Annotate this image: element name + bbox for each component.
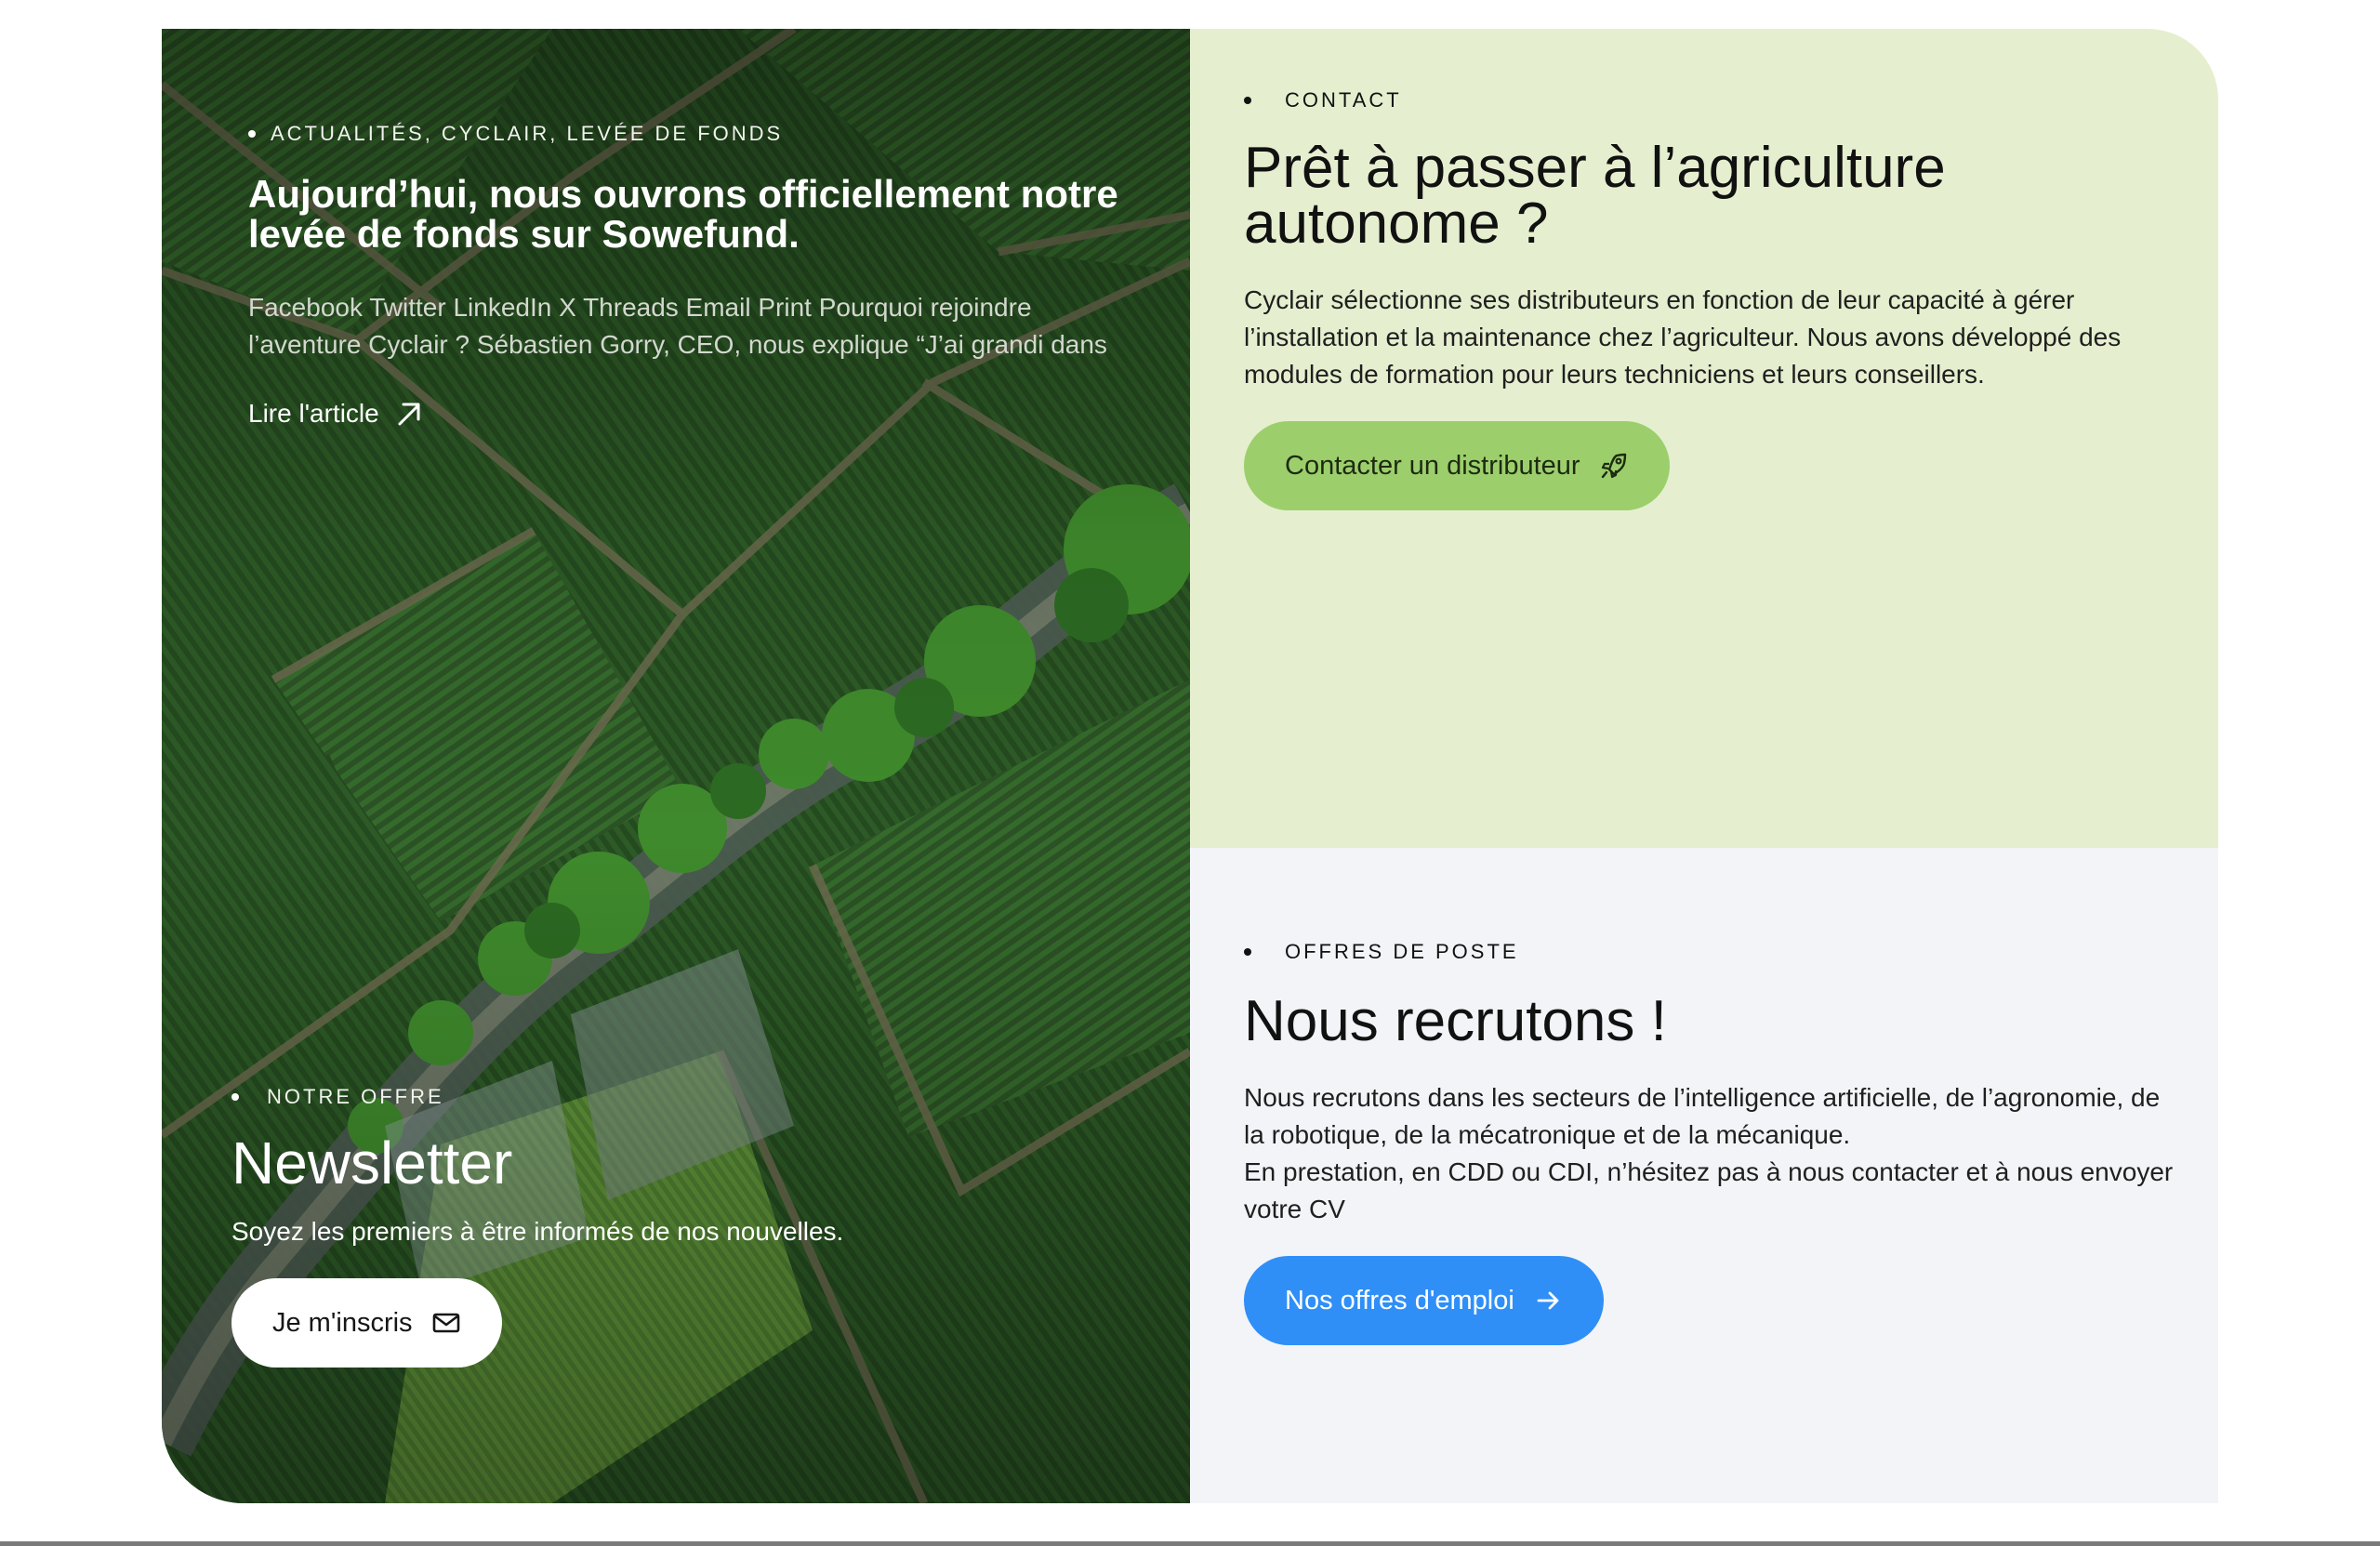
jobs-panel: OFFRES DE POSTE Nous recrutons ! Nous re… [1190,848,2218,1503]
job-offers-label: Nos offres d'emploi [1285,1285,1514,1315]
jobs-text-line2: En prestation, en CDD ou CDI, n’hésitez … [1244,1157,2174,1223]
newsletter-eyebrow: NOTRE OFFRE [231,1085,1068,1109]
bullet-dot [248,130,256,138]
bullet-dot [1244,97,1251,104]
subscribe-button-label: Je m'inscris [272,1307,413,1338]
read-article-link[interactable]: Lire l'article [248,399,424,429]
newsletter-title: Newsletter [231,1130,513,1196]
jobs-text-line1: Nous recrutons dans les secteurs de l’in… [1244,1083,2161,1149]
news-excerpt: Facebook Twitter LinkedIn X Threads Emai… [248,293,1107,359]
news-tags-text: ACTUALITÉS, CYCLAIR, LEVÉE DE FONDS [271,122,784,145]
jobs-content: OFFRES DE POSTE Nous recrutons ! Nous re… [1244,940,2183,1345]
job-offers-button[interactable]: Nos offres d'emploi [1244,1256,1604,1345]
cta-grid: ACTUALITÉS, CYCLAIR, LEVÉE DE FONDS Aujo… [162,29,2218,1503]
read-article-label: Lire l'article [248,399,379,428]
contact-distributor-label: Contacter un distributeur [1285,450,1580,481]
jobs-title: Nous recrutons ! [1244,989,1667,1053]
news-tags: ACTUALITÉS, CYCLAIR, LEVÉE DE FONDS [248,122,1141,146]
contact-distributor-button[interactable]: Contacter un distributeur [1244,421,1670,510]
arrow-up-right-icon [398,403,420,426]
news-title[interactable]: Aujourd’hui, nous ouvrons officiellement… [248,174,1141,254]
mail-icon [432,1313,459,1333]
contact-text: Cyclair sélectionne ses distributeurs en… [1244,285,2122,389]
subscribe-button[interactable]: Je m'inscris [231,1278,502,1368]
newsletter-block: NOTRE OFFRE Newsletter Soyez les premier… [231,1085,1068,1368]
page: ACTUALITÉS, CYCLAIR, LEVÉE DE FONDS Aujo… [0,0,2380,1546]
bottom-divider [0,1541,2380,1546]
newsletter-eyebrow-text: NOTRE OFFRE [267,1085,444,1108]
newsletter-text: Soyez les premiers à être informés de no… [231,1217,844,1246]
contact-content: CONTACT Prêt à passer à l’agriculture au… [1244,88,2183,510]
contact-eyebrow-text: CONTACT [1285,88,1402,112]
jobs-eyebrow: OFFRES DE POSTE [1244,940,2183,964]
bullet-dot [231,1093,239,1101]
aerial-panel: ACTUALITÉS, CYCLAIR, LEVÉE DE FONDS Aujo… [162,29,1190,1503]
contact-title: Prêt à passer à l’agriculture autonome ? [1244,136,1946,256]
arrow-right-icon [1537,1291,1559,1310]
rocket-icon [1601,453,1626,479]
news-block: ACTUALITÉS, CYCLAIR, LEVÉE DE FONDS Aujo… [248,122,1141,429]
contact-panel: CONTACT Prêt à passer à l’agriculture au… [1190,29,2218,848]
bullet-dot [1244,948,1251,956]
contact-eyebrow: CONTACT [1244,88,2183,112]
jobs-text: Nous recrutons dans les secteurs de l’in… [1244,1079,2183,1228]
jobs-eyebrow-text: OFFRES DE POSTE [1285,940,1519,963]
